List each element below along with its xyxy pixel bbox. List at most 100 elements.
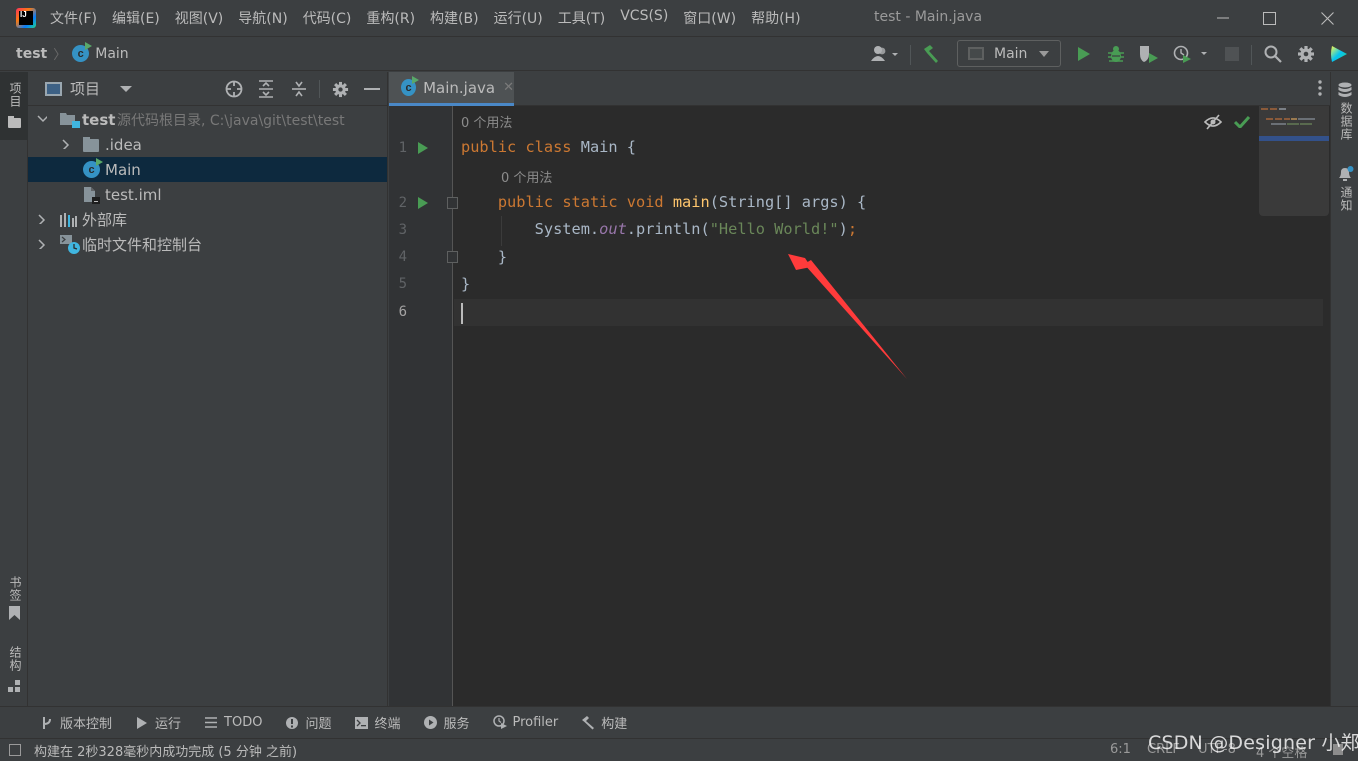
- debug-button[interactable]: [1106, 43, 1126, 65]
- toolbar-divider: [910, 45, 911, 65]
- chevron-right-icon[interactable]: [38, 239, 48, 249]
- breadcrumb: test 〉 c Main: [16, 42, 129, 63]
- tree-item-test[interactable]: test 源代码根目录, C:\java\git\test\test: [28, 107, 387, 132]
- run-with-coverage-button[interactable]: [1138, 43, 1160, 65]
- code-minimap[interactable]: [1259, 106, 1329, 216]
- stop-button[interactable]: [1223, 43, 1241, 65]
- project-tool-button[interactable]: 项目: [0, 72, 28, 140]
- tool-label: Profiler: [512, 715, 559, 730]
- tool-terminal[interactable]: 终端: [354, 713, 400, 732]
- tree-item-test-iml[interactable]: test.iml: [28, 182, 387, 207]
- chevron-down-icon[interactable]: [37, 115, 47, 125]
- chevron-right-icon[interactable]: [38, 214, 48, 224]
- profile-button[interactable]: [1172, 43, 1212, 65]
- profiler-icon: [492, 715, 507, 730]
- minimap-viewport[interactable]: [1259, 136, 1329, 141]
- hide-panel-button[interactable]: [362, 79, 382, 99]
- menu-run[interactable]: 运行(U): [494, 8, 543, 28]
- chevron-down-icon[interactable]: [120, 85, 133, 93]
- settings-button[interactable]: [1296, 43, 1316, 65]
- tool-services[interactable]: 服务: [423, 713, 470, 732]
- tree-item-label: .idea: [105, 135, 142, 154]
- toolbox-button[interactable]: [1328, 43, 1350, 65]
- user-button[interactable]: [868, 43, 902, 65]
- title-bar: IJ 文件(F) 编辑(E) 视图(V) 导航(N) 代码(C) 重构(R) 构…: [0, 0, 1358, 37]
- notifications-tool-button[interactable]: 通知: [1331, 164, 1358, 224]
- reader-mode-button[interactable]: [1203, 114, 1223, 134]
- expand-all-button[interactable]: [256, 79, 276, 99]
- run-button[interactable]: [1074, 43, 1094, 65]
- tree-item-scratches-and-consoles[interactable]: 临时文件和控制台: [28, 232, 387, 257]
- tool-problems[interactable]: 问题: [285, 713, 331, 732]
- structure-tool-button[interactable]: 结构: [0, 642, 28, 702]
- tree-item-main[interactable]: c Main: [28, 157, 387, 182]
- code-token: main: [672, 193, 710, 211]
- chevron-right-icon[interactable]: [62, 139, 72, 149]
- menu-window[interactable]: 窗口(W): [683, 8, 736, 28]
- menu-help[interactable]: 帮助(H): [751, 8, 800, 28]
- services-icon: [423, 716, 437, 729]
- tool-version-control[interactable]: 版本控制: [40, 713, 112, 732]
- project-view-icon: [45, 81, 62, 96]
- menu-code[interactable]: 代码(C): [303, 8, 352, 28]
- user-icon: [871, 46, 898, 61]
- code-token: public: [461, 138, 526, 156]
- run-gutter-icon[interactable]: [418, 142, 428, 154]
- menu-vcs[interactable]: VCS(S): [620, 8, 668, 28]
- project-options-button[interactable]: [330, 79, 350, 99]
- stop-icon: [1225, 47, 1239, 61]
- code-editor[interactable]: 1 2 3 4 5 6 0 个用法 public class Main { 0 …: [389, 106, 1330, 706]
- tool-todo[interactable]: TODO: [204, 715, 262, 730]
- menu-build[interactable]: 构建(B): [430, 8, 479, 28]
- collapse-all-button[interactable]: [289, 79, 309, 99]
- java-class-icon: c: [401, 76, 420, 96]
- breadcrumb-project[interactable]: test: [16, 46, 47, 62]
- close-tab-icon[interactable]: ✕: [503, 80, 514, 95]
- tree-item-idea[interactable]: .idea: [28, 132, 387, 157]
- maximize-button[interactable]: [1246, 0, 1292, 36]
- text-caret: [461, 303, 463, 324]
- tool-profiler[interactable]: Profiler: [492, 715, 559, 730]
- tool-build[interactable]: 构建: [581, 713, 627, 732]
- no-problems-indicator[interactable]: [1233, 115, 1251, 132]
- gear-icon: [332, 81, 348, 97]
- watermark: CSDN @Designer 小郑: [1148, 732, 1358, 754]
- tool-label: 服务: [443, 717, 470, 732]
- bookmarks-tool-button[interactable]: 书签: [0, 568, 28, 628]
- usage-hint[interactable]: 0 个用法: [501, 167, 552, 186]
- menu-tools[interactable]: 工具(T): [558, 8, 605, 28]
- minimize-icon: [1217, 17, 1229, 19]
- tool-label: 构建: [601, 717, 628, 732]
- intellij-logo-icon[interactable]: IJ: [16, 8, 36, 28]
- toggle-tool-windows-icon[interactable]: [9, 744, 21, 756]
- tool-label: 运行: [155, 717, 182, 732]
- menu-file[interactable]: 文件(F): [50, 8, 97, 28]
- libraries-icon: [60, 212, 78, 232]
- search-everywhere-button[interactable]: [1263, 43, 1283, 65]
- menu-view[interactable]: 视图(V): [175, 8, 224, 28]
- run-gutter-icon[interactable]: [418, 197, 428, 209]
- build-button[interactable]: [920, 43, 942, 65]
- menu-navigate[interactable]: 导航(N): [238, 8, 287, 28]
- collapse-all-icon: [292, 81, 306, 97]
- todo-icon: [204, 717, 218, 728]
- tree-item-external-libraries[interactable]: 外部库: [28, 207, 387, 232]
- minimize-button[interactable]: [1200, 0, 1246, 36]
- usage-hint[interactable]: 0 个用法: [461, 112, 512, 131]
- database-tool-button[interactable]: 数据库: [1331, 80, 1358, 150]
- tool-label: 终端: [374, 717, 401, 732]
- close-window-button[interactable]: [1304, 0, 1350, 36]
- menu-refactor[interactable]: 重构(R): [366, 8, 415, 28]
- select-opened-file-button[interactable]: [224, 79, 244, 99]
- tool-run[interactable]: 运行: [135, 713, 181, 732]
- run-configuration-dropdown[interactable]: Main: [957, 40, 1061, 67]
- status-message[interactable]: 构建在 2秒328毫秒内成功完成 (5 分钟 之前): [34, 741, 297, 760]
- breadcrumb-file[interactable]: Main: [95, 46, 128, 62]
- caret-position[interactable]: 6:1: [1110, 742, 1131, 757]
- project-view-title[interactable]: 项目: [70, 78, 100, 99]
- editor-tab-options-button[interactable]: [1318, 80, 1322, 100]
- code-token: (String[] args) {: [709, 193, 867, 211]
- code-area[interactable]: 0 个用法 public class Main { 0 个用法 public s…: [454, 106, 1323, 706]
- tab-main-java[interactable]: c Main.java ✕: [389, 72, 514, 106]
- menu-edit[interactable]: 编辑(E): [112, 8, 160, 28]
